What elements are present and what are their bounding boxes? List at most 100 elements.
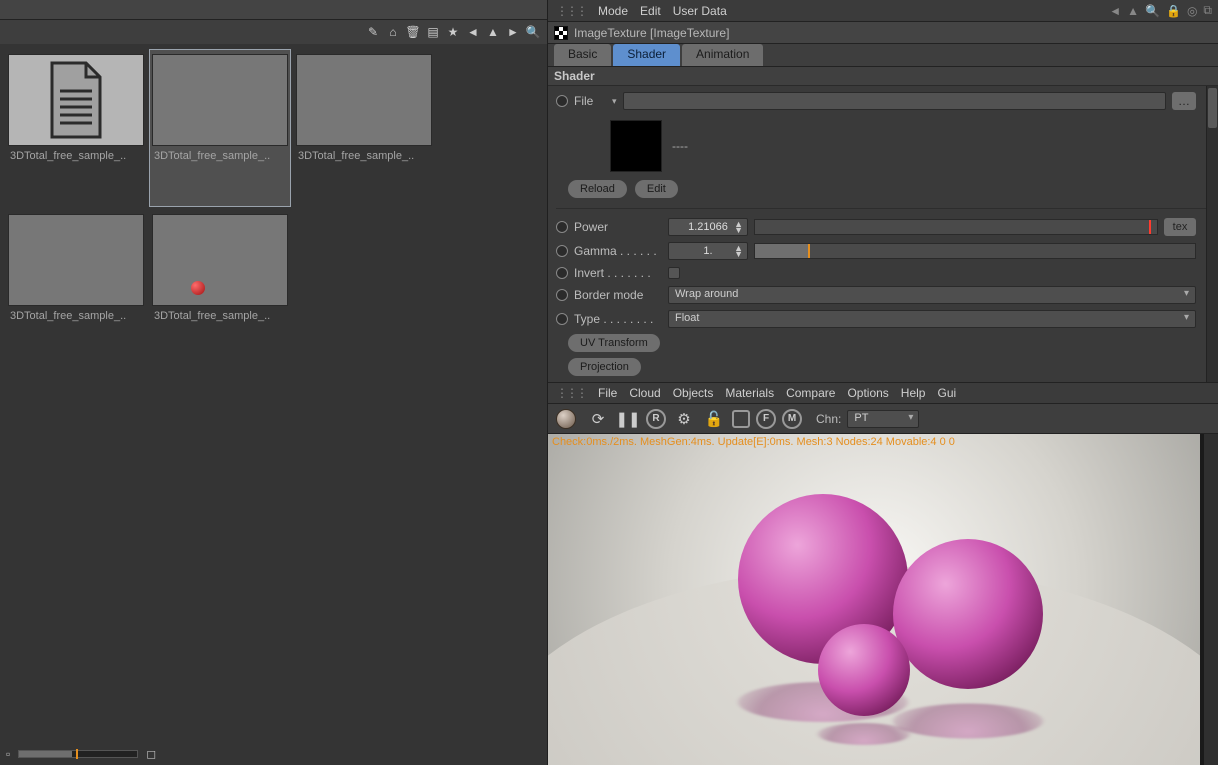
- invert-label: Invert . . . . . . .: [574, 266, 662, 280]
- menu-gui[interactable]: Gui: [937, 386, 956, 400]
- file-path-field[interactable]: [623, 92, 1166, 110]
- menu-cloud[interactable]: Cloud: [629, 386, 660, 400]
- power-slider[interactable]: [754, 219, 1158, 235]
- edit-button[interactable]: Edit: [635, 180, 678, 198]
- power-label: Power: [574, 220, 662, 234]
- tab-basic[interactable]: Basic: [554, 44, 611, 66]
- document-icon: [8, 54, 144, 146]
- thumbnail-image: [152, 214, 288, 306]
- thumbnail-image: [296, 54, 432, 146]
- grip-icon[interactable]: ⋮⋮⋮: [556, 386, 586, 400]
- thumb-size-slider[interactable]: [18, 750, 138, 758]
- browser-item-label: 3DTotal_free_sample_..: [152, 306, 288, 326]
- anim-dot[interactable]: [556, 245, 568, 257]
- nav-left-icon[interactable]: ◄: [465, 24, 481, 40]
- chevron-down-icon[interactable]: ▾: [612, 96, 617, 107]
- search-icon[interactable]: 🔍: [525, 24, 541, 40]
- target-icon[interactable]: ◎: [1187, 4, 1197, 18]
- props-scrollbar[interactable]: [1206, 86, 1218, 382]
- render-frame: [548, 434, 1200, 765]
- menu-mode[interactable]: Mode: [598, 4, 628, 18]
- book-icon[interactable]: ▤: [425, 24, 441, 40]
- menu-materials[interactable]: Materials: [725, 386, 774, 400]
- file-label: File: [574, 94, 606, 108]
- new-window-icon[interactable]: ⧉: [1203, 3, 1212, 18]
- browser-item[interactable]: 3DTotal_free_sample_..: [6, 50, 146, 206]
- type-label: Type . . . . . . . .: [574, 312, 662, 326]
- lock-icon[interactable]: 🔓: [702, 407, 726, 431]
- browser-item-label: 3DTotal_free_sample_..: [152, 146, 288, 166]
- render-viewport[interactable]: Check:0ms./2ms. MeshGen:4ms. Update[E]:0…: [548, 434, 1218, 765]
- projection-button[interactable]: Projection: [568, 358, 641, 376]
- viewport-menubar: ⋮⋮⋮ File Cloud Objects Materials Compare…: [548, 382, 1218, 404]
- pause-icon[interactable]: ❚❚: [616, 407, 640, 431]
- view-large-icon[interactable]: ◻: [146, 747, 156, 761]
- file-browse-button[interactable]: …: [1172, 92, 1196, 110]
- browser-item[interactable]: 3DTotal_free_sample_..: [294, 50, 434, 206]
- menu-compare[interactable]: Compare: [786, 386, 835, 400]
- region-icon[interactable]: R: [646, 409, 666, 429]
- menu-file[interactable]: File: [598, 386, 617, 400]
- gamma-value[interactable]: 1.▲▼: [668, 242, 748, 260]
- anim-dot[interactable]: [556, 289, 568, 301]
- focus-icon[interactable]: F: [756, 409, 776, 429]
- shader-properties: File ▾ … ---- Reload Edit Power 1.21066▲…: [548, 86, 1218, 382]
- thumbnail-image: [152, 54, 288, 146]
- lock-icon[interactable]: 🔒: [1166, 4, 1181, 18]
- thumbnail-image: [8, 214, 144, 306]
- menu-objects[interactable]: Objects: [673, 386, 714, 400]
- reload-button[interactable]: Reload: [568, 180, 627, 198]
- node-header: ImageTexture [ImageTexture]: [548, 22, 1218, 44]
- menu-userdata[interactable]: User Data: [673, 4, 727, 18]
- refresh-icon[interactable]: ⟳: [586, 407, 610, 431]
- gear-icon[interactable]: ⚙: [672, 407, 696, 431]
- power-tex-button[interactable]: tex: [1164, 218, 1196, 236]
- border-label: Border mode: [574, 288, 662, 302]
- uv-transform-button[interactable]: UV Transform: [568, 334, 660, 352]
- viewport-scrollbar[interactable]: [1204, 434, 1218, 765]
- search-icon[interactable]: 🔍: [1145, 4, 1160, 18]
- power-value[interactable]: 1.21066▲▼: [668, 218, 748, 236]
- browser-item-label: 3DTotal_free_sample_..: [296, 146, 432, 166]
- home-icon[interactable]: ⌂: [385, 24, 401, 40]
- nav-up-icon[interactable]: ▲: [485, 24, 501, 40]
- texture-preview[interactable]: [610, 120, 662, 172]
- browser-toolbar: ✎ ⌂ 🗑 ▤ ★ ◄ ▲ ► 🔍: [0, 20, 547, 44]
- type-dropdown[interactable]: Float: [668, 310, 1196, 328]
- trash-icon[interactable]: 🗑: [405, 24, 421, 40]
- browser-grid: 3DTotal_free_sample_.. 3DTotal_free_samp…: [0, 44, 547, 743]
- browser-item-label: 3DTotal_free_sample_..: [8, 146, 144, 166]
- edit-icon[interactable]: ✎: [365, 24, 381, 40]
- browser-item[interactable]: 3DTotal_free_sample_..: [150, 50, 290, 206]
- nav-back-icon[interactable]: ◄: [1109, 4, 1121, 18]
- channel-dropdown[interactable]: PT: [847, 410, 919, 428]
- menu-edit[interactable]: Edit: [640, 4, 661, 18]
- star-icon[interactable]: ★: [445, 24, 461, 40]
- mask-icon[interactable]: M: [782, 409, 802, 429]
- invert-checkbox[interactable]: [668, 267, 680, 279]
- grip-icon[interactable]: ⋮⋮⋮: [556, 4, 586, 18]
- right-panel: ⋮⋮⋮ Mode Edit User Data ◄ ▲ 🔍 🔒 ◎ ⧉ Imag…: [548, 0, 1218, 765]
- view-small-icon[interactable]: ▫: [6, 747, 10, 761]
- menu-options[interactable]: Options: [847, 386, 888, 400]
- anim-dot[interactable]: [556, 267, 568, 279]
- gamma-slider[interactable]: [754, 243, 1196, 259]
- anim-dot[interactable]: [556, 221, 568, 233]
- channel-label: Chn:: [816, 412, 841, 426]
- nav-up-icon[interactable]: ▲: [1127, 4, 1139, 18]
- browser-item[interactable]: 3DTotal_free_sample_..: [6, 210, 146, 366]
- gamma-label: Gamma . . . . . .: [574, 244, 662, 258]
- browser-item[interactable]: 3DTotal_free_sample_..: [150, 210, 290, 366]
- material-preview-icon[interactable]: [556, 409, 576, 429]
- border-mode-dropdown[interactable]: Wrap around: [668, 286, 1196, 304]
- tab-shader[interactable]: Shader: [613, 44, 680, 66]
- nav-right-icon[interactable]: ►: [505, 24, 521, 40]
- anim-dot[interactable]: [556, 313, 568, 325]
- viewport-toolbar: ✱ ⟳ ❚❚ R ⚙ 🔓 F M Chn: PT: [548, 404, 1218, 434]
- menu-help[interactable]: Help: [901, 386, 926, 400]
- render-sphere: [893, 539, 1043, 689]
- anim-dot[interactable]: [556, 95, 568, 107]
- texture-name: ----: [672, 139, 688, 153]
- frame-icon[interactable]: [732, 410, 750, 428]
- tab-animation[interactable]: Animation: [682, 44, 763, 66]
